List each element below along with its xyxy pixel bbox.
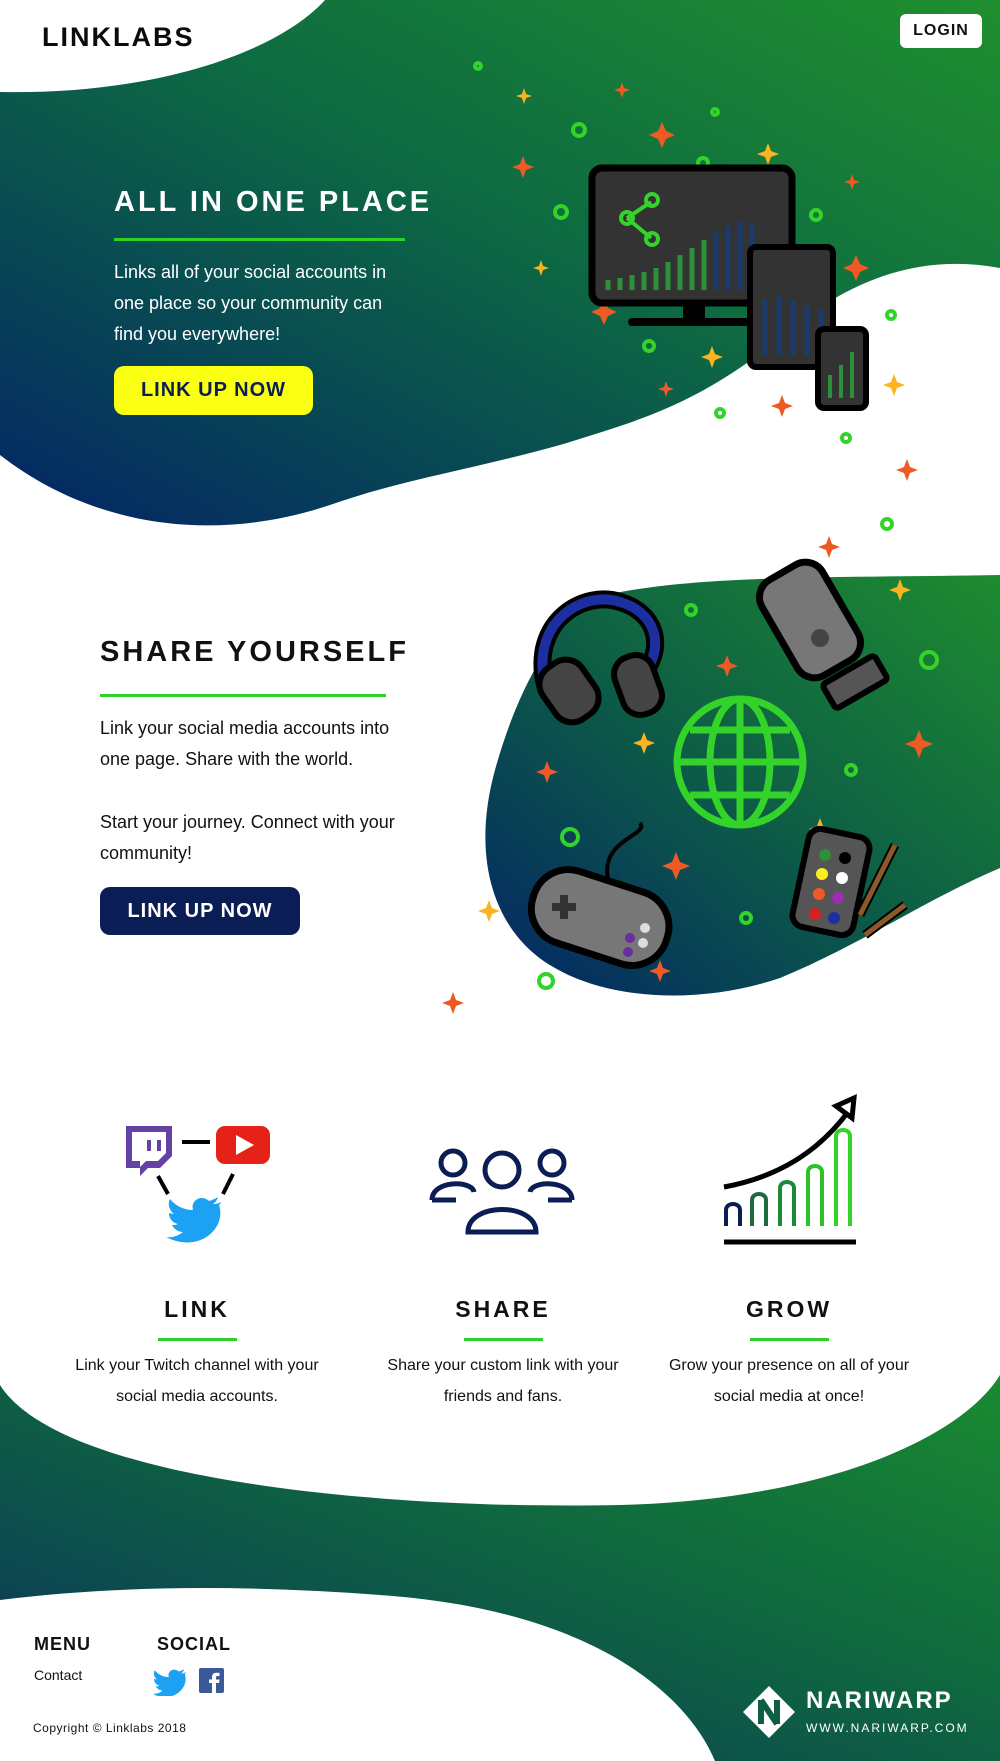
twitter-icon xyxy=(166,1197,221,1243)
feature-link-divider xyxy=(158,1338,237,1341)
social-links-icon xyxy=(126,1126,270,1243)
gamepad-icon xyxy=(527,821,673,969)
share-divider xyxy=(100,694,386,697)
hero-divider xyxy=(114,238,405,241)
partner-name[interactable]: NARIWARP xyxy=(806,1687,953,1715)
feature-share-title: SHARE xyxy=(455,1296,551,1322)
hero-description: Links all of your social accounts in one… xyxy=(114,262,387,344)
twitter-icon[interactable] xyxy=(154,1668,186,1696)
growth-chart-icon xyxy=(723,1093,857,1245)
share-journey-text: Start your journey. Connect with your co… xyxy=(100,812,395,863)
twitch-icon xyxy=(126,1126,172,1176)
microphone-icon xyxy=(756,558,890,711)
feature-grow-text: Grow your presence on all of your social… xyxy=(668,1357,910,1405)
hero-link-up-button[interactable]: LINK UP NOW xyxy=(114,366,313,415)
nariwarp-logo[interactable] xyxy=(741,1684,797,1740)
feature-grow-divider xyxy=(750,1338,829,1341)
login-button[interactable]: LOGIN xyxy=(900,14,982,48)
feature-share-text: Share your custom link with your friends… xyxy=(387,1357,619,1405)
hero-title: ALL IN ONE PLACE xyxy=(114,186,433,218)
feature-link-title: LINK xyxy=(164,1296,230,1322)
footer-menu-heading: MENU xyxy=(34,1634,91,1654)
users-icon xyxy=(429,1148,575,1235)
feature-share-divider xyxy=(464,1338,543,1341)
share-link-up-button[interactable]: LINK UP NOW xyxy=(100,887,300,935)
share-description: Link your social media accounts into one… xyxy=(100,718,390,769)
feature-grow-title: GROW xyxy=(745,1296,833,1322)
copyright-text: Copyright © Linklabs 2018 xyxy=(33,1721,187,1735)
palette-icon xyxy=(789,825,908,939)
footer-social-heading: SOCIAL xyxy=(157,1634,232,1654)
feature-link-text: Link your Twitch channel with your socia… xyxy=(75,1357,319,1405)
globe-icon xyxy=(673,695,807,829)
brand-logo[interactable]: LINKLABS xyxy=(42,22,195,53)
youtube-icon xyxy=(216,1126,270,1164)
share-title: SHARE YOURSELF xyxy=(100,636,409,668)
headphones-icon xyxy=(533,590,665,726)
facebook-icon[interactable] xyxy=(199,1668,224,1693)
partner-url[interactable]: WWW.NARIWARP.COM xyxy=(806,1721,969,1735)
footer-contact-link[interactable]: Contact xyxy=(34,1667,82,1683)
